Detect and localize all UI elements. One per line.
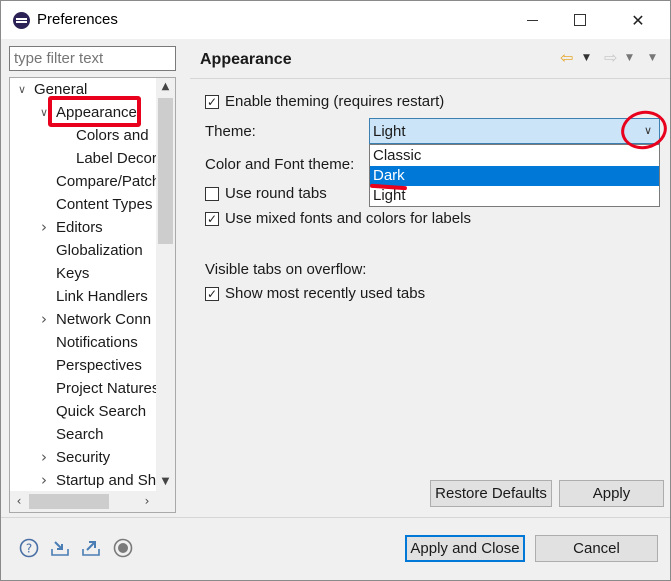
scroll-thumb[interactable] (158, 98, 173, 244)
apply-button[interactable]: Apply (559, 480, 664, 507)
help-icon[interactable]: ? (19, 538, 39, 558)
chevron-right-icon[interactable]: › (38, 446, 50, 469)
chevron-right-icon[interactable]: › (38, 469, 50, 492)
page-title: Appearance (200, 51, 292, 68)
forward-arrow-icon[interactable]: ⇨ (604, 49, 617, 67)
tree-item-label: Compare/Patch (56, 173, 161, 190)
checkbox-icon[interactable] (205, 187, 219, 201)
forward-history-dropdown-icon[interactable]: ▼ (626, 49, 633, 67)
scroll-up-icon[interactable]: ▲ (156, 78, 175, 96)
checkbox-icon[interactable]: ✓ (205, 95, 219, 109)
scroll-right-icon[interactable]: › (138, 491, 156, 512)
tree-vertical-scrollbar[interactable]: ▲ ▼ (156, 78, 175, 491)
filter-input[interactable] (9, 46, 176, 71)
record-icon[interactable] (113, 538, 133, 558)
checkbox-icon[interactable]: ✓ (205, 212, 219, 226)
annotation-highlight-appearance (48, 96, 141, 127)
import-icon[interactable] (50, 538, 70, 558)
close-icon: ✕ (631, 10, 645, 30)
apply-and-close-button[interactable]: Apply and Close (405, 535, 525, 562)
chevron-right-icon[interactable]: › (38, 216, 50, 239)
window-title: Preferences (37, 11, 118, 28)
export-icon[interactable] (81, 538, 101, 558)
tree-item-label: Search (56, 426, 104, 443)
close-button[interactable]: ✕ (615, 1, 661, 39)
tree-item-label: Perspectives (56, 357, 142, 374)
tree-item-label: Security (56, 449, 111, 466)
preference-tree: ∨ General ∨ Appearance Colors and Label Decor… (9, 77, 176, 513)
tree-item-label: Label Decor (76, 150, 157, 167)
theme-option-light[interactable]: Light (370, 186, 659, 206)
round-tabs-label: Use round tabs (225, 185, 327, 202)
enable-theming-label: Enable theming (requires restart) (225, 93, 445, 110)
tree-item-label: Quick Search (56, 403, 147, 420)
minimize-icon (526, 19, 538, 21)
tree-item-label: Keys (56, 265, 90, 282)
tree-horizontal-scrollbar[interactable]: ‹ › (10, 491, 175, 512)
back-arrow-icon[interactable]: ⇦ (560, 49, 573, 67)
tree-item-label: Startup and Sh (56, 472, 157, 489)
overflow-label: Visible tabs on overflow: (205, 261, 367, 278)
maximize-button[interactable] (557, 1, 603, 39)
tree-item-label: Notifications (56, 334, 138, 351)
svg-text:?: ? (26, 542, 32, 556)
tree-item-label: Link Handlers (56, 288, 148, 305)
eclipse-logo-icon (13, 12, 30, 29)
restore-defaults-button[interactable]: Restore Defaults (430, 480, 552, 507)
checkbox-icon[interactable]: ✓ (205, 287, 219, 301)
cancel-button[interactable]: Cancel (535, 535, 658, 562)
mru-tabs-label: Show most recently used tabs (225, 285, 426, 302)
scroll-thumb-horizontal[interactable] (29, 494, 109, 509)
minimize-button[interactable] (509, 1, 555, 39)
theme-option-dark[interactable]: Dark (370, 166, 659, 186)
title-bar: Preferences ✕ (1, 1, 670, 39)
scroll-left-icon[interactable]: ‹ (10, 491, 28, 512)
scroll-down-icon[interactable]: ▼ (156, 473, 175, 491)
theme-option-classic[interactable]: Classic (370, 146, 659, 166)
mixed-fonts-label: Use mixed fonts and colors for labels (225, 210, 471, 227)
view-menu-icon[interactable]: ▼ (649, 49, 656, 67)
preferences-window: Preferences ✕ ∨General∨AppearanceColors … (0, 0, 671, 581)
tree-item-label: Network Conn (56, 311, 152, 328)
tree-item-label: Globalization (56, 242, 143, 259)
theme-combo[interactable]: Light ∨ (369, 118, 660, 144)
color-font-theme-label: Color and Font theme: (205, 156, 355, 173)
tree-item-label: Editors (56, 219, 103, 236)
back-history-dropdown-icon[interactable]: ▼ (583, 49, 590, 67)
tree-item-label: Content Types (56, 196, 153, 213)
tree-item-label: Project Natures (56, 380, 160, 397)
page-header: Appearance ⇦ ▼ ⇨ ▼ ▼ (190, 41, 670, 79)
chevron-down-icon[interactable]: ∨ (16, 78, 28, 101)
scroll-corner (156, 491, 175, 512)
theme-label: Theme: (205, 123, 256, 140)
tree-item-label: Colors and (76, 127, 149, 144)
maximize-icon (574, 14, 586, 26)
theme-combo-value: Light (373, 123, 406, 140)
theme-dropdown-list: Classic Dark Light (369, 144, 660, 207)
page-body: ✓ Enable theming (requires restart) Them… (190, 80, 670, 514)
chevron-right-icon[interactable]: › (38, 308, 50, 331)
